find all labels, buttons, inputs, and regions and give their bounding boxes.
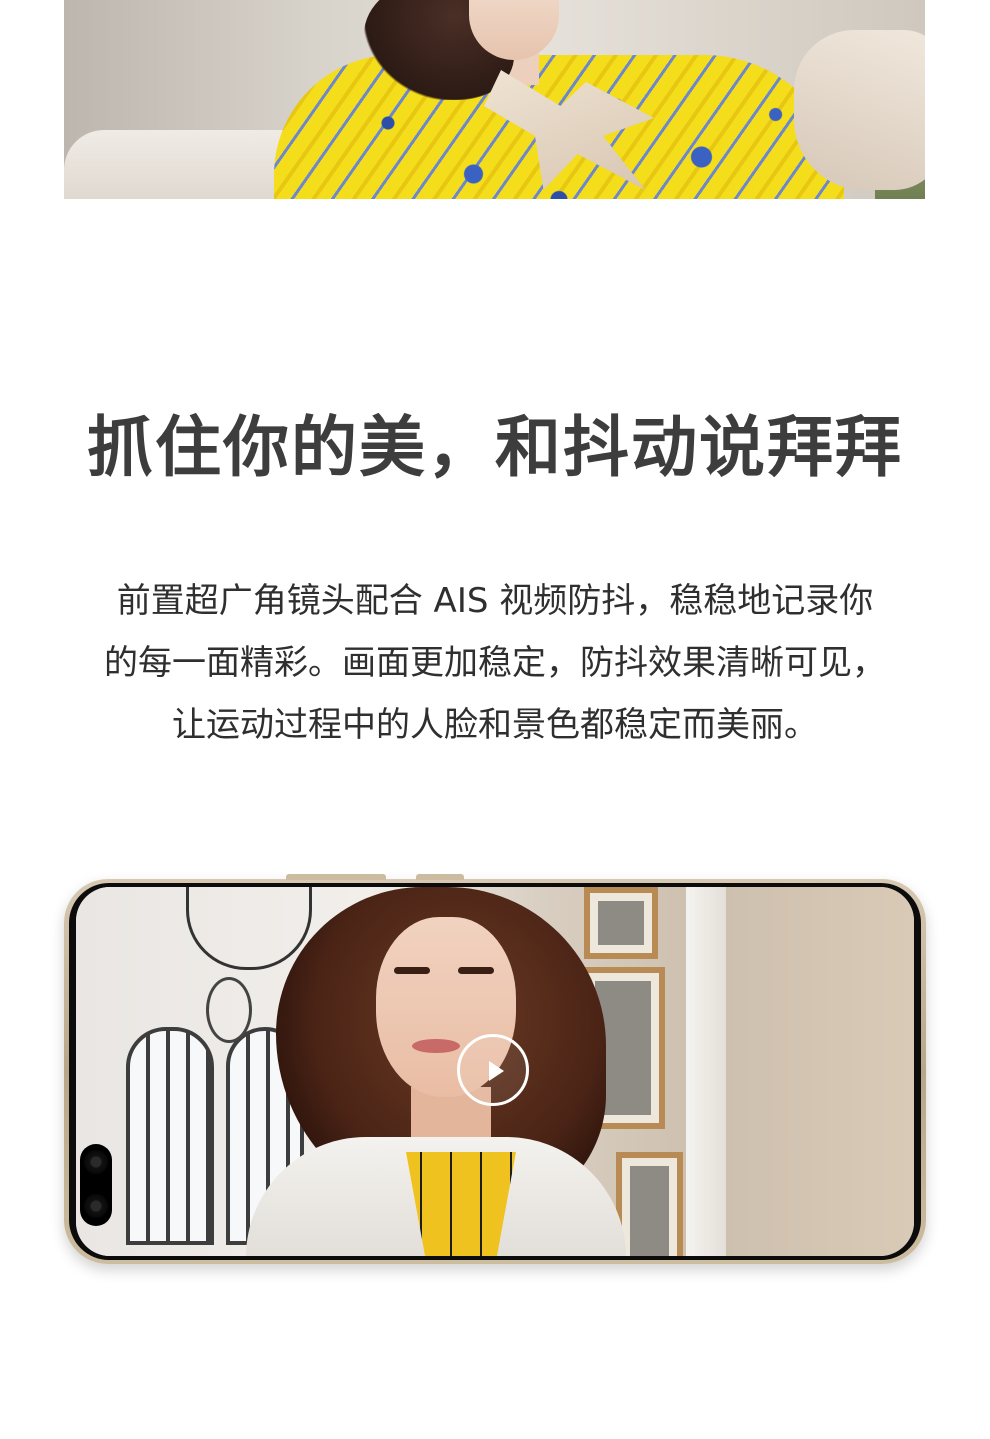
hero-sleeve-right xyxy=(794,30,925,190)
play-icon xyxy=(489,1061,504,1081)
section-body-line: 让运动过程中的人脸和景色都稳定而美丽。 xyxy=(172,705,818,745)
phone-volume-button xyxy=(286,874,386,880)
section-body: 前置超广角镜头配合 AIS 视频防抖，稳稳地记录你 的每一面精彩。画面更加稳定，… xyxy=(70,570,920,756)
video-person-lips xyxy=(412,1039,460,1053)
video-person-shirt xyxy=(406,1152,516,1256)
video-picture-frame xyxy=(616,1152,683,1256)
section-title: 抓住你的美，和抖动说拜拜 xyxy=(87,409,903,486)
video-person-brow xyxy=(458,967,494,974)
video-play-button[interactable] xyxy=(457,1034,529,1106)
front-camera-lens-icon xyxy=(84,1194,108,1218)
section-body-line: 的每一面精彩。画面更加稳定，防抖效果清晰可见， xyxy=(104,643,886,683)
section-body-line: 前置超广角镜头配合 AIS 视频防抖，稳稳地记录你 xyxy=(116,581,874,621)
front-camera-lens-icon xyxy=(84,1150,108,1174)
video-person-brow xyxy=(394,967,430,974)
video-chandelier xyxy=(206,977,252,1043)
video-door-pillar xyxy=(686,887,726,1256)
video-arched-window xyxy=(126,1027,214,1245)
hero-photo xyxy=(64,0,925,199)
video-picture-frame xyxy=(584,887,658,959)
phone-power-button xyxy=(416,874,464,880)
